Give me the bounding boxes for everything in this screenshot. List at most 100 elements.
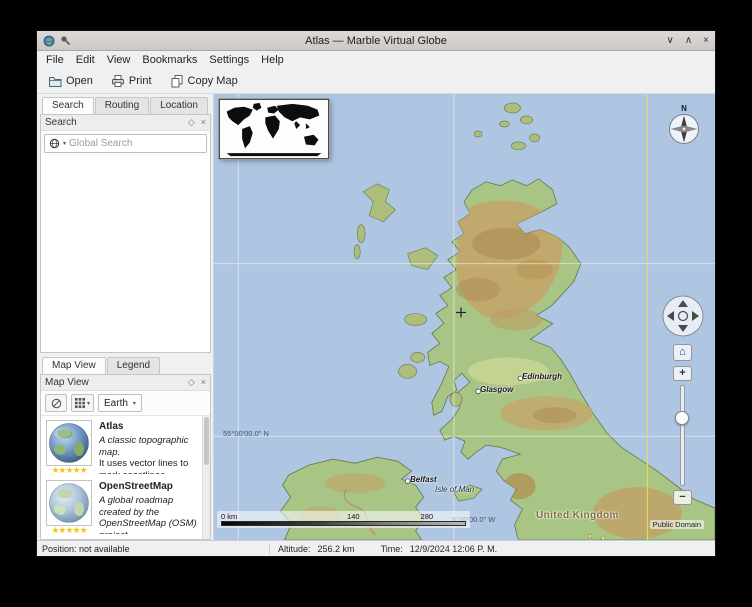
menubar: File Edit View Bookmarks Settings Help (37, 51, 715, 69)
scale-tick-end: 280 (421, 512, 434, 521)
sidebar-top-tabs: Search Routing Location (40, 97, 211, 114)
city-label-glasgow: Glasgow (480, 385, 513, 394)
zoom-out-button[interactable]: − (673, 490, 692, 505)
menu-edit[interactable]: Edit (70, 53, 101, 67)
tab-search[interactable]: Search (42, 97, 94, 114)
theme-item-atlas[interactable]: ★★★★★ Atlas A classic topographic map. I… (41, 416, 210, 476)
navigation-pad-icon (661, 294, 705, 338)
close-panel-icon[interactable]: × (201, 118, 206, 127)
copy-icon (170, 74, 184, 88)
chevron-down-icon: ▾ (133, 400, 136, 407)
main-toolbar: Open Print Copy Map (37, 69, 715, 94)
map-scale-bar: 0 km 140 280 (217, 511, 470, 528)
scale-tick-start: 0 km (221, 512, 237, 521)
map-terrain (214, 94, 715, 540)
sidebar-bottom-tabs: Map View Legend (40, 357, 211, 374)
world-map-icon (220, 100, 328, 158)
compass-icon: N (665, 102, 703, 148)
copy-map-button-label: Copy Map (188, 75, 238, 87)
menu-view[interactable]: View (101, 53, 137, 67)
print-button[interactable]: Print (106, 72, 157, 90)
filter-themes-button[interactable] (45, 394, 67, 412)
theme-list-scrollbar[interactable] (202, 416, 210, 539)
titlebar[interactable]: Atlas — Marble Virtual Globe ∨ ∧ × (37, 31, 715, 51)
minimize-icon[interactable]: ∨ (667, 36, 674, 46)
status-time-value: 12/9/2024 12:06 P. M. (410, 544, 497, 554)
search-input[interactable] (69, 138, 202, 149)
country-label-united-kingdom: United Kingdom (536, 510, 619, 521)
atlas-thumbnail (46, 420, 92, 466)
maximize-icon[interactable]: ∧ (685, 36, 692, 46)
close-icon[interactable]: × (703, 36, 709, 46)
zoom-in-button[interactable]: + (673, 366, 692, 381)
plus-icon: + (679, 368, 685, 379)
zoom-slider[interactable] (680, 385, 685, 486)
map-canvas[interactable]: Glasgow Edinburgh Belfast Isle of Man Un… (214, 94, 715, 540)
tab-map-view[interactable]: Map View (42, 357, 106, 374)
openstreetmap-theme-name: OpenStreetMap (99, 481, 198, 493)
celestial-body-select[interactable]: Earth ▾ (98, 394, 142, 412)
open-button-label: Open (66, 75, 93, 87)
status-position: Position: not available (42, 544, 261, 554)
float-panel-icon[interactable]: ◇ (188, 378, 195, 387)
view-mode-button[interactable]: ▾ (71, 394, 94, 412)
app-globe-icon (43, 35, 55, 47)
statusbar: Position: not available Altitude: 256.2 … (37, 540, 715, 556)
copy-map-button[interactable]: Copy Map (165, 72, 243, 90)
zoom-slider-handle[interactable] (675, 411, 689, 425)
menu-settings[interactable]: Settings (203, 53, 255, 67)
circle-slash-icon (51, 398, 62, 409)
theme-item-openstreetmap[interactable]: ★★★★★ OpenStreetMap A global roadmap cre… (41, 476, 210, 536)
menu-help[interactable]: Help (255, 53, 290, 67)
compass-rose[interactable]: N (665, 102, 703, 148)
chevron-down-icon: ▾ (87, 400, 90, 407)
city-label-belfast: Belfast (410, 475, 437, 484)
float-panel-icon[interactable]: ◇ (188, 118, 195, 127)
openstreetmap-rating-stars: ★★★★★ (51, 526, 86, 536)
island-label-isle-of-man: Isle of Man (435, 485, 474, 494)
map-view-panel-title: Map View (45, 377, 182, 388)
overview-world-map[interactable] (219, 99, 329, 159)
menu-bookmarks[interactable]: Bookmarks (136, 53, 203, 67)
global-search-icon[interactable] (49, 138, 60, 149)
print-icon (111, 74, 125, 88)
minus-icon: − (679, 492, 685, 503)
tab-legend[interactable]: Legend (107, 357, 160, 374)
desktop-background: Atlas — Marble Virtual Globe ∨ ∧ × File … (0, 0, 752, 607)
openstreetmap-thumbnail (46, 480, 92, 526)
tab-routing[interactable]: Routing (95, 97, 149, 114)
search-results-area (41, 156, 210, 352)
window-title: Atlas — Marble Virtual Globe (37, 35, 715, 47)
print-button-label: Print (129, 75, 152, 87)
global-search-field[interactable]: ▾ (44, 134, 207, 153)
marble-window: Atlas — Marble Virtual Globe ∨ ∧ × File … (36, 30, 716, 557)
home-button[interactable]: ⌂ (673, 344, 692, 361)
scrollbar-thumb[interactable] (204, 417, 209, 465)
search-panel: Search ◇ × ▾ (40, 114, 211, 353)
celestial-body-value: Earth (104, 398, 128, 409)
menu-file[interactable]: File (40, 53, 70, 67)
open-button[interactable]: Open (43, 72, 98, 90)
chevron-down-icon: ▾ (63, 140, 66, 147)
map-view-panel: Map View ◇ × (40, 374, 211, 540)
statusbar-separator (269, 544, 270, 554)
status-time-label: Time: (381, 544, 403, 554)
tab-location[interactable]: Location (150, 97, 208, 114)
grid-icon (75, 398, 85, 408)
sidebar: Search Routing Location Search ◇ × (37, 94, 214, 540)
atlas-rating-stars: ★★★★★ (51, 466, 86, 476)
close-panel-icon[interactable]: × (201, 378, 206, 387)
graticule-latitude-label: 55°00'00.0" N (223, 429, 269, 438)
pan-control-pad[interactable] (661, 294, 705, 338)
globe-thumbnail-icon (48, 482, 90, 524)
map-license-label: Public Domain (650, 520, 704, 529)
map-theme-list: ★★★★★ Atlas A classic topographic map. I… (41, 416, 210, 539)
search-panel-title: Search (45, 117, 182, 128)
status-altitude-value: 256.2 km (318, 544, 355, 554)
atlas-theme-name: Atlas (99, 421, 198, 433)
compass-north-label: N (681, 104, 687, 113)
openstreetmap-theme-desc: A global roadmap created by the OpenStre… (99, 495, 198, 534)
atlas-theme-desc: A classic topographic map. (99, 435, 198, 458)
pin-icon[interactable] (60, 35, 71, 46)
scale-tick-mid: 140 (347, 512, 360, 521)
